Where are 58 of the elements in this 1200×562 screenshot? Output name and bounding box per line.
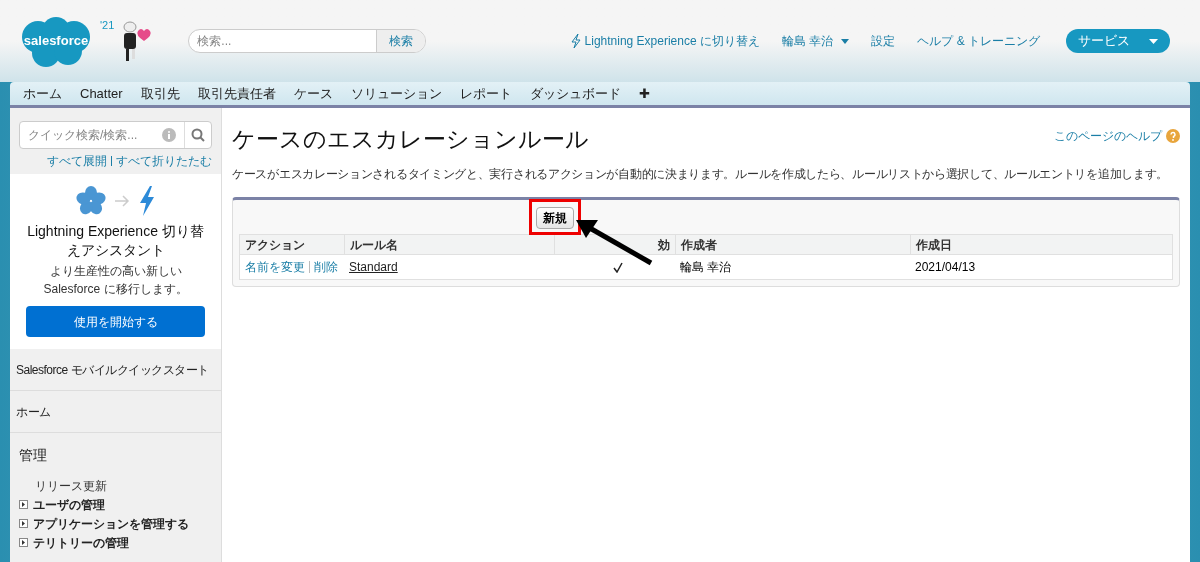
nav-tab[interactable]: 取引先責任者 xyxy=(197,83,276,104)
expand-icon[interactable] xyxy=(19,519,28,528)
lightning-icon xyxy=(137,186,156,216)
sidebar-item[interactable]: ユーザの管理 xyxy=(33,495,105,514)
salesforce-logo: salesforce xyxy=(16,13,96,69)
row-action-link[interactable]: 削除 xyxy=(314,258,338,276)
search-field[interactable]: 検索... xyxy=(189,30,377,52)
column-header: 作成者 xyxy=(681,236,717,254)
quick-search-box[interactable]: クイック検索/検索... xyxy=(19,121,212,149)
help-icon xyxy=(1166,129,1180,143)
info-icon xyxy=(162,128,176,142)
new-button[interactable]: 新規 xyxy=(536,207,574,229)
rule-name-link[interactable]: Standard xyxy=(349,260,398,274)
expand-icon[interactable] xyxy=(19,500,28,509)
sidebar-section[interactable]: Salesforce モバイルクイックスタート xyxy=(10,349,221,391)
nav-tab[interactable]: ダッシュボード xyxy=(529,83,621,104)
nav-tab[interactable]: 取引先 xyxy=(140,83,180,104)
search-button[interactable]: 検索 xyxy=(376,30,426,52)
user-menu[interactable]: 輪島 幸治 xyxy=(782,32,850,50)
nav-tab[interactable]: レポート xyxy=(459,83,512,104)
sidebar-item[interactable]: アプリケーションを管理する xyxy=(33,514,189,533)
nav-tab[interactable]: ソリューション xyxy=(350,83,442,104)
column-header: アクション xyxy=(245,236,305,254)
lightning-icon xyxy=(570,34,581,48)
search-icon[interactable] xyxy=(191,128,205,142)
caret-icon xyxy=(1149,38,1158,44)
collapse-all-link[interactable]: すべて折りたたむ xyxy=(116,152,212,170)
sidebar-link[interactable]: リリース更新 xyxy=(35,476,107,495)
arrow-right-icon xyxy=(113,195,130,207)
sidebar-item[interactable]: テリトリーの管理 xyxy=(33,533,129,552)
nav-tab[interactable]: Chatter xyxy=(80,83,123,104)
promo-text: より生産性の高い新しい Salesforce に移行します。 xyxy=(42,263,189,298)
column-header: ルール名 xyxy=(350,236,398,254)
page-description: ケースがエスカレーションされるタイミングと、実行されるアクションが自動的に決まります。ルールを作成したら、ルールリストから選択して、ルールエントリを追加します。 xyxy=(232,166,1169,183)
lightning-link[interactable]: Lightning Experience に切り替え xyxy=(570,32,760,50)
help-link[interactable]: このページのヘルプ xyxy=(1054,127,1180,145)
header-link[interactable]: ヘルプ & トレーニング xyxy=(917,32,1040,50)
column-header: 効 xyxy=(658,236,670,254)
page-title: ケースのエスカレーションルール xyxy=(232,125,589,154)
promo-title: Lightning Experience 切り替えアシスタント xyxy=(26,222,205,260)
table-cell: 2021/04/13 xyxy=(915,260,976,274)
sidebar-section[interactable]: ホーム xyxy=(10,391,221,433)
quick-search-field[interactable]: クイック検索/検索... xyxy=(20,122,162,148)
row-action-link[interactable]: 名前を変更 xyxy=(245,258,305,276)
table-cell: 輪島 幸治 xyxy=(680,260,732,274)
admin-heading: 管理 xyxy=(19,446,48,465)
expand-icon[interactable] xyxy=(19,538,28,547)
nav-tab[interactable]: ✚ xyxy=(638,83,650,104)
year-label: '21 xyxy=(100,18,115,33)
expand-all-link[interactable]: すべて展開 xyxy=(47,152,107,170)
get-started-button[interactable]: 使用を開始する xyxy=(26,306,205,337)
caret-icon xyxy=(841,38,850,44)
search-box[interactable]: 検索... 検索 xyxy=(188,29,427,53)
flower-icon xyxy=(75,186,106,216)
header-link[interactable]: 設定 xyxy=(871,32,896,50)
nav-tab[interactable]: ホーム xyxy=(23,83,62,104)
column-header: 作成日 xyxy=(916,236,952,254)
nav-tab[interactable]: ケース xyxy=(293,83,333,104)
